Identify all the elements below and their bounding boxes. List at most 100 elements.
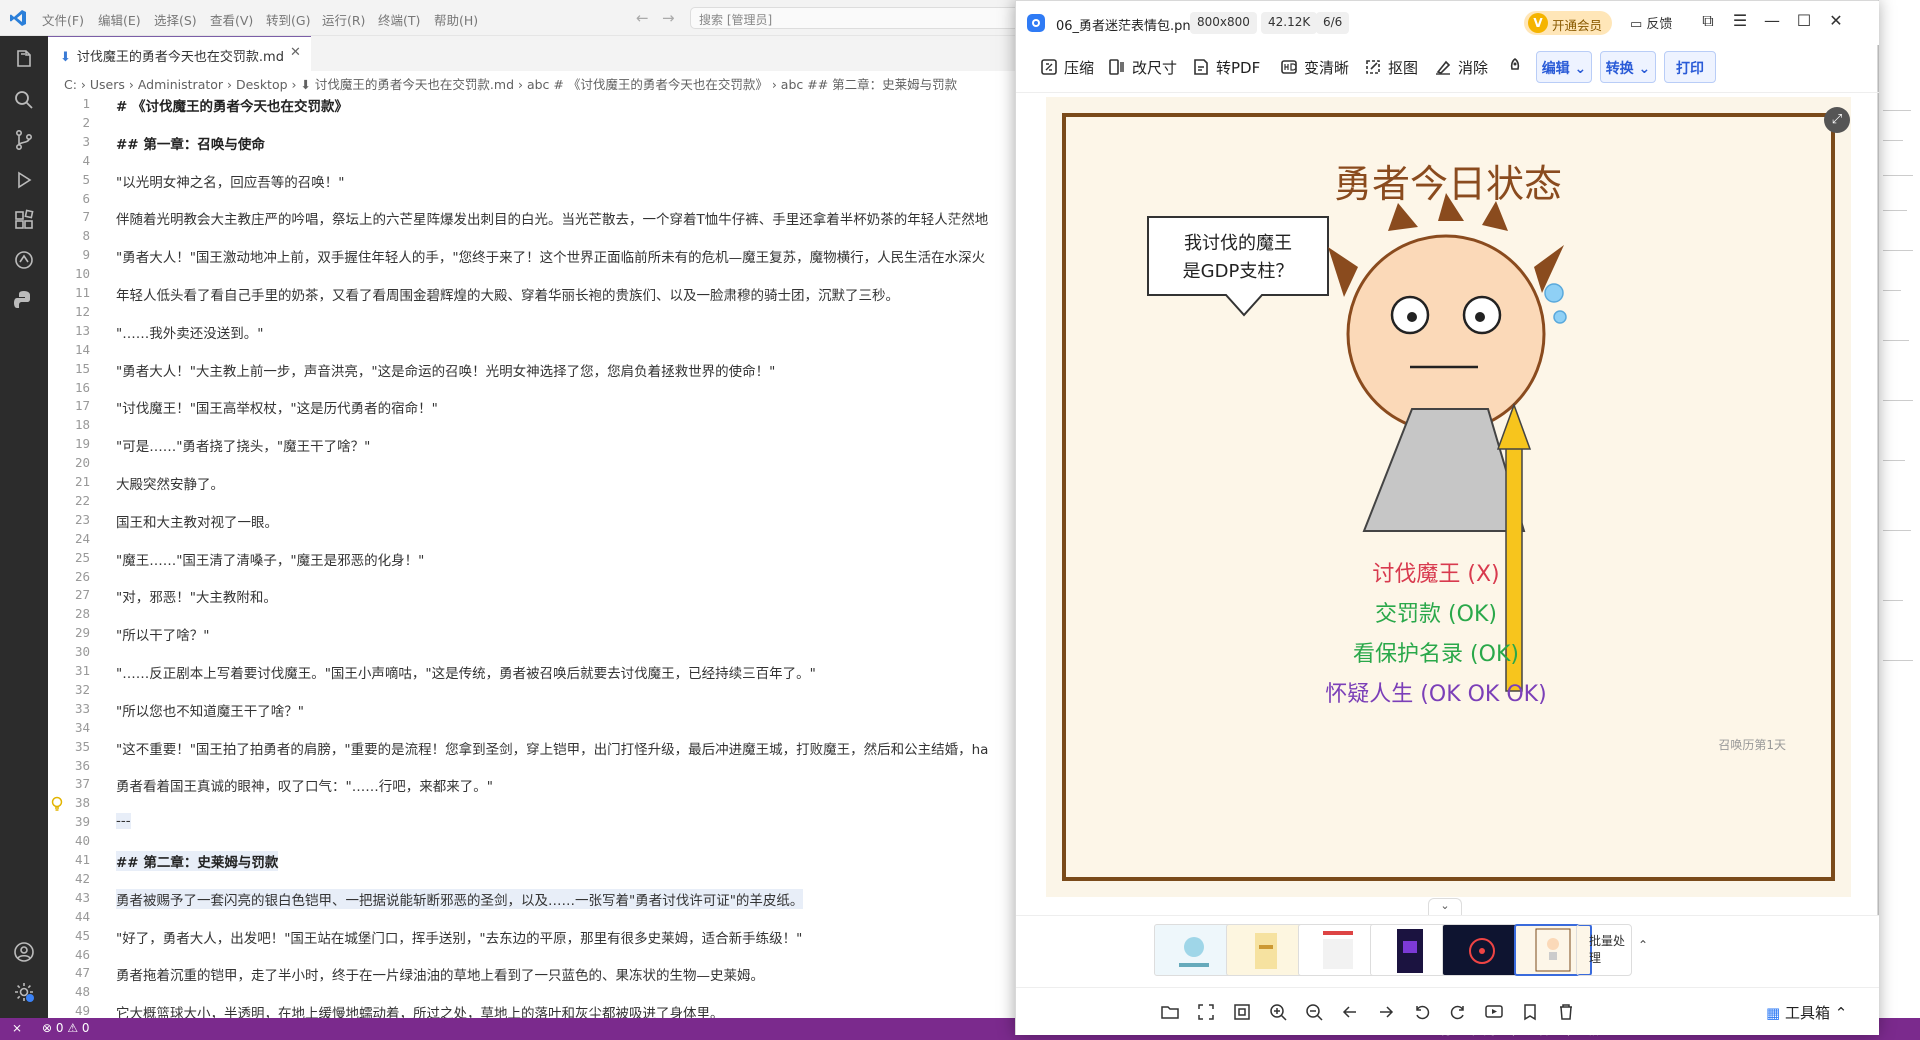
next-image-icon[interactable] xyxy=(1376,1002,1396,1022)
line-number-gutter: 1 2 3 4 5 6 7 8 9 10 11 12 13 14 15 16 17 18 19 20 21 22 23 24 2… xyxy=(48,93,110,1018)
code-line[interactable]: # 《讨伐魔王的勇者今天也在交罚款》 xyxy=(116,95,348,115)
erase-tool[interactable]: 消除 xyxy=(1434,57,1488,81)
vip-badge-icon: V xyxy=(1528,13,1548,33)
maximize-icon[interactable]: ☐ xyxy=(1792,11,1816,35)
nav-forward-icon[interactable]: → xyxy=(662,9,675,27)
menu-item[interactable]: 查看(V) xyxy=(210,10,253,29)
thumbnail-4[interactable] xyxy=(1370,924,1448,976)
code-line[interactable]: 勇者拖着沉重的铠甲，走了半小时，终于在一片绿油油的草地上看到了一只蓝色的、果冻状… xyxy=(116,964,764,984)
menu-item[interactable]: 文件(F) xyxy=(42,10,84,29)
code-line[interactable]: "所以您也不知道魔王干了啥？" xyxy=(116,700,304,720)
menu-item[interactable]: 终端(T) xyxy=(378,10,420,29)
open-folder-icon[interactable] xyxy=(1160,1002,1180,1022)
code-line[interactable]: 它大概篮球大小，半透明，在地上缓慢地蠕动着，所过之处，草地上的落叶和灰尘都被吸进… xyxy=(116,1002,724,1018)
screen-cast-icon[interactable]: ⧉ xyxy=(1696,11,1720,35)
code-line[interactable]: "勇者大人！"大主教上前一步，声音洪亮，"这是命运的召唤！光明女神选择了您，您肩… xyxy=(116,360,775,380)
fit-to-window-icon[interactable]: ⤢ xyxy=(1824,107,1850,133)
favorite-icon[interactable] xyxy=(1520,1002,1540,1022)
collapse-thumbnails-icon[interactable]: ⌄ xyxy=(1428,898,1462,916)
print-button[interactable]: 打印 xyxy=(1664,51,1716,83)
to-pdf-tool[interactable]: 转PDF xyxy=(1192,57,1260,81)
code-line[interactable]: 年轻人低头看了看自己手里的奶茶，又看了看周围金碧辉煌的大殿、穿着华丽长袍的贵族们… xyxy=(116,284,899,304)
cutout-tool[interactable]: 抠图 xyxy=(1364,57,1418,81)
search-icon[interactable] xyxy=(12,88,36,112)
code-line[interactable]: "这不重要！"国王拍了拍勇者的肩膀，"重要的是流程！您拿到圣剑，穿上铠甲，出门打… xyxy=(116,738,988,758)
menu-item[interactable]: 选择(S) xyxy=(154,10,197,29)
code-line[interactable]: ## 第二章：史莱姆与罚款 xyxy=(116,851,279,871)
fullscreen-icon[interactable] xyxy=(1196,1002,1216,1022)
remote-indicator-icon[interactable]: ⨯ xyxy=(0,1018,34,1040)
settings-gear-icon[interactable] xyxy=(12,980,36,1004)
code-line[interactable]: 大殿突然安静了。 xyxy=(116,473,224,493)
expand-up-icon[interactable]: ⌃ xyxy=(1638,938,1648,952)
rotate-left-icon[interactable] xyxy=(1412,1002,1432,1022)
slideshow-icon[interactable] xyxy=(1484,1002,1504,1022)
editor-text-area[interactable]: # 《讨伐魔王的勇者今天也在交罚款》 ## 第一章：召唤与使命 "以光明女神之名，回… xyxy=(116,93,1016,1018)
code-line[interactable]: 国王和大主教对视了一眼。 xyxy=(116,511,278,531)
menu-item[interactable]: 帮助(H) xyxy=(434,10,478,29)
viewer-toolbar: 压缩 改尺寸 转PDF 变清晰 抠图 消除 xyxy=(1016,45,1879,93)
batch-process-button[interactable]: 批量处理 xyxy=(1576,924,1632,976)
code-line[interactable]: "魔王……"国王清了清嗓子，"魔王是邪恶的化身！" xyxy=(116,549,424,569)
code-line[interactable]: ## 第一章：召唤与使命 xyxy=(116,133,265,153)
line-number: 48 xyxy=(74,984,90,1000)
pdf-icon xyxy=(1194,59,1208,75)
account-icon[interactable] xyxy=(12,940,36,964)
minimize-icon[interactable]: — xyxy=(1760,11,1784,35)
edit-dropdown-button[interactable]: 编辑 ⌄ xyxy=(1536,51,1592,83)
tab-close-icon[interactable]: ✕ xyxy=(290,45,301,60)
code-line[interactable]: 伴随着光明教会大主教庄严的吟唱，祭坛上的六芒星阵爆发出刺目的白光。当光芒散去，一… xyxy=(116,208,988,228)
zoom-out-icon[interactable] xyxy=(1304,1002,1324,1022)
nav-back-icon[interactable]: ← xyxy=(636,9,649,27)
convert-dropdown-button[interactable]: 转换 ⌄ xyxy=(1600,51,1656,83)
image-canvas[interactable]: 勇者今日状态 我讨伐的魔王 是GDP支柱？ 讨伐魔王 (X) 交罚款 (OK) … xyxy=(1046,97,1851,897)
run-debug-icon[interactable] xyxy=(12,168,36,192)
remote-explorer-icon[interactable] xyxy=(12,248,36,272)
actual-size-icon[interactable] xyxy=(1232,1002,1252,1022)
close-icon[interactable]: ✕ xyxy=(1824,11,1848,35)
thumbnail-5[interactable] xyxy=(1442,924,1520,976)
code-line[interactable]: "可是……"勇者挠了挠头，"魔王干了啥？" xyxy=(116,435,370,455)
menu-icon[interactable]: ☰ xyxy=(1728,11,1752,35)
code-line[interactable]: 勇者看着国王真诚的眼神，叹了口气："……行吧，来都来了。" xyxy=(116,775,493,795)
feedback-icon: ▭ xyxy=(1630,17,1647,32)
compress-icon xyxy=(1041,59,1057,75)
compress-tool[interactable]: 压缩 xyxy=(1040,57,1094,81)
rotate-right-icon[interactable] xyxy=(1448,1002,1468,1022)
extensions-icon[interactable] xyxy=(12,208,36,232)
python-icon[interactable] xyxy=(12,288,36,312)
toolbox-button[interactable]: ▦ 工具箱 ⌃ xyxy=(1766,1002,1847,1023)
feedback-button[interactable]: ▭ 反馈 xyxy=(1630,13,1672,32)
delete-icon[interactable] xyxy=(1556,1002,1576,1022)
problems-indicator[interactable]: ⊗ 0 ⚠ 0 xyxy=(42,1021,90,1035)
code-line[interactable]: 勇者被赐予了一套闪亮的银白色铠甲、一把据说能斩断邪恶的圣剑，以及……一张写着"勇… xyxy=(116,888,804,909)
code-line[interactable]: "好了，勇者大人，出发吧！"国王站在城堡门口，挥手送别，"去东边的平原，那里有很… xyxy=(116,927,802,947)
line-number: 40 xyxy=(74,833,90,849)
code-line[interactable]: "勇者大人！"国王激动地冲上前，双手握住年轻人的手，"您终于来了！这个世界正面临… xyxy=(116,246,985,266)
code-line[interactable]: "以光明女神之名，回应吾等的召唤！" xyxy=(116,171,344,191)
code-line[interactable]: "……反正剧本上写着要讨伐魔王。"国王小声嘀咕，"这是传统，勇者被召唤后就要去讨… xyxy=(116,662,816,682)
command-search-input[interactable]: 搜索 [管理员] xyxy=(690,7,1030,29)
explorer-icon[interactable] xyxy=(12,48,36,72)
line-number: 36 xyxy=(74,757,90,773)
code-line[interactable]: "讨伐魔王！"国王高举权杖，"这是历代勇者的宿命！" xyxy=(116,397,438,417)
menu-item[interactable]: 转到(G) xyxy=(266,10,310,29)
lightbulb-icon[interactable] xyxy=(50,796,64,812)
thumbnail-2[interactable] xyxy=(1226,924,1304,976)
code-line[interactable]: "所以干了啥？" xyxy=(116,624,209,644)
resize-tool[interactable]: 改尺寸 xyxy=(1108,57,1177,81)
previous-image-icon[interactable] xyxy=(1340,1002,1360,1022)
code-line[interactable]: "对，邪恶！"大主教附和。 xyxy=(116,586,277,606)
tab-markdown-file[interactable]: ⬇ 讨伐魔王的勇者今天也在交罚款.md xyxy=(48,36,311,71)
enhance-tool[interactable]: 变清晰 xyxy=(1280,57,1349,81)
code-line[interactable]: --- xyxy=(116,813,131,830)
menu-item[interactable]: 编辑(E) xyxy=(98,10,141,29)
thumbnail-3[interactable] xyxy=(1298,924,1376,976)
thumbnail-1[interactable] xyxy=(1154,924,1232,976)
menu-item[interactable]: 运行(R) xyxy=(322,10,365,29)
zoom-in-icon[interactable] xyxy=(1268,1002,1288,1022)
source-control-icon[interactable] xyxy=(12,128,36,152)
viewer-app-icon xyxy=(1027,14,1045,32)
code-line[interactable]: "……我外卖还没送到。" xyxy=(116,322,263,342)
more-tools-button[interactable] xyxy=(1506,57,1530,81)
